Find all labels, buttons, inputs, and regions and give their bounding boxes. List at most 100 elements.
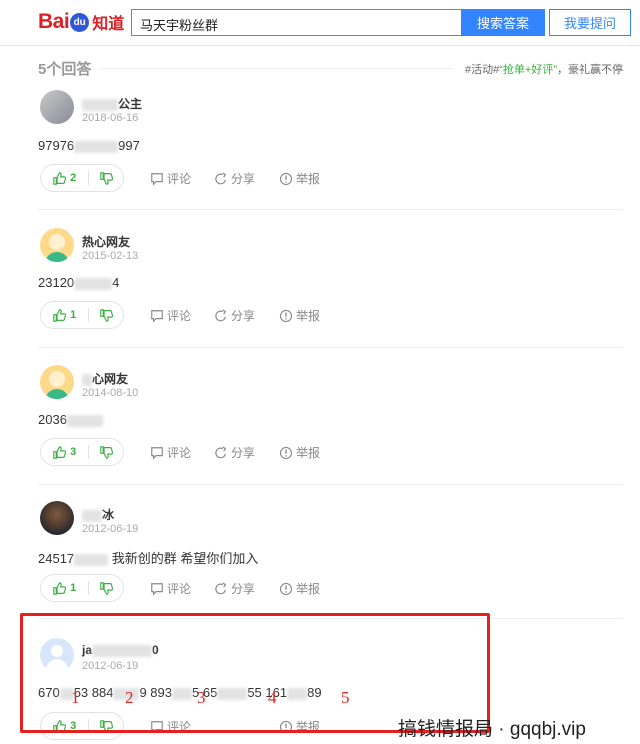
answers-header: 5个回答 #活动#“抢单+好评”，豪礼赢不停 <box>38 56 623 80</box>
marker-4: 4 <box>268 688 277 707</box>
comment-icon <box>151 720 163 734</box>
blurred-text <box>82 373 92 386</box>
vote-control: 3 <box>40 438 124 466</box>
logo-zhidao-text: 知道 <box>92 16 125 33</box>
answer-count: 5个回答 <box>38 61 92 78</box>
report-icon <box>279 446 293 459</box>
search-answers-button[interactable]: 搜索答案 <box>461 9 545 36</box>
downvote-button[interactable] <box>89 581 123 595</box>
blurred-text <box>74 277 113 290</box>
avatar[interactable] <box>40 365 74 399</box>
thumbs-up-icon <box>53 719 67 733</box>
watermark-text: 搞钱情报局 · gqqbj.vip <box>398 719 586 740</box>
share-icon <box>215 308 227 321</box>
comment-button[interactable]: 评论 <box>150 307 191 324</box>
username[interactable]: 冰 <box>82 506 114 523</box>
thumbs-down-icon <box>99 171 113 185</box>
vote-control: 1 <box>40 301 124 329</box>
share-button[interactable]: 分享 <box>214 307 255 324</box>
avatar[interactable] <box>40 90 74 124</box>
promo-highlight: “抢单+好评” <box>499 64 557 76</box>
report-icon <box>279 309 293 322</box>
username[interactable]: 公主 <box>82 95 142 112</box>
answer-item: 热心网友 2015-02-13 23120 4 1 评论 分享 举报 <box>38 228 623 348</box>
answer-date: 2015-02-13 <box>82 250 139 262</box>
answer-date: 2012-06-19 <box>82 660 139 672</box>
comment-icon <box>151 446 163 460</box>
thumbs-up-icon <box>53 581 67 595</box>
marker-5: 5 <box>341 688 350 707</box>
downvote-button[interactable] <box>89 445 123 459</box>
divider <box>100 68 453 69</box>
blurred-text <box>82 98 118 111</box>
downvote-button[interactable] <box>89 719 123 733</box>
avatar[interactable] <box>40 638 74 672</box>
promo-rest: ，豪礼赢不停 <box>557 64 623 76</box>
marker-3: 3 <box>197 688 206 707</box>
comment-button[interactable]: 评论 <box>150 580 191 597</box>
upvote-button[interactable]: 1 <box>41 308 88 322</box>
search-input[interactable]: 马天宇粉丝群 <box>131 9 462 36</box>
blurred-text <box>172 687 193 700</box>
report-button[interactable]: 举报 <box>279 170 320 187</box>
report-button[interactable]: 举报 <box>279 718 320 735</box>
upvote-count: 3 <box>70 446 77 458</box>
answer-actions: 2 评论 分享 举报 <box>38 164 338 192</box>
report-button[interactable]: 举报 <box>279 307 320 324</box>
top-header: Bai du 知道 马天宇粉丝群 搜索答案 我要提问 <box>0 0 640 46</box>
blurred-text <box>82 509 102 522</box>
report-button[interactable]: 举报 <box>279 580 320 597</box>
thumbs-up-icon <box>53 445 67 459</box>
answer-content: 23120 4 <box>38 275 120 290</box>
thumbs-down-icon <box>99 581 113 595</box>
promo-link[interactable]: #活动#“抢单+好评”，豪礼赢不停 <box>465 61 623 77</box>
upvote-count: 1 <box>70 309 77 321</box>
comment-button[interactable]: 评论 <box>150 170 191 187</box>
vote-control: 2 <box>40 164 124 192</box>
answer-actions: 3 评论 举报 <box>38 712 338 740</box>
upvote-button[interactable]: 3 <box>41 719 88 733</box>
downvote-button[interactable] <box>89 171 123 185</box>
upvote-button[interactable]: 2 <box>41 171 88 185</box>
blurred-text <box>92 644 153 657</box>
report-icon <box>279 172 293 185</box>
comment-button[interactable]: 评论 <box>150 718 191 735</box>
share-button[interactable]: 分享 <box>214 170 255 187</box>
answer-content: 97976 997 <box>38 138 140 153</box>
share-icon <box>215 171 227 184</box>
share-button[interactable]: 分享 <box>214 444 255 461</box>
report-button[interactable]: 举报 <box>279 444 320 461</box>
upvote-button[interactable]: 3 <box>41 445 88 459</box>
upvote-count: 1 <box>70 582 77 594</box>
downvote-button[interactable] <box>89 308 123 322</box>
report-icon <box>279 582 293 595</box>
answer-item: 冰 2012-06-19 24517 我新创的群 希望你们加入 1 评论 分享 … <box>38 501 623 619</box>
answer-date: 2014-08-10 <box>82 387 139 399</box>
logo-bai-text: Bai <box>38 10 70 33</box>
baidu-zhidao-logo[interactable]: Bai du 知道 <box>38 8 124 36</box>
marker-1: 1 <box>71 688 80 707</box>
share-icon <box>215 581 227 594</box>
username[interactable]: ja 0 <box>82 643 159 657</box>
avatar[interactable] <box>40 228 74 262</box>
share-button[interactable]: 分享 <box>214 580 255 597</box>
comment-icon <box>151 582 163 596</box>
blurred-text <box>74 553 109 566</box>
thumbs-down-icon <box>99 308 113 322</box>
ask-question-button[interactable]: 我要提问 <box>549 9 631 36</box>
upvote-button[interactable]: 1 <box>41 581 88 595</box>
blurred-text <box>287 687 308 700</box>
username[interactable]: 心网友 <box>82 370 128 387</box>
answer-content: 2036 <box>38 412 103 427</box>
logo-du-text: du <box>73 16 86 28</box>
upvote-count: 2 <box>70 172 77 184</box>
thumbs-down-icon <box>99 719 113 733</box>
comment-button[interactable]: 评论 <box>150 444 191 461</box>
username[interactable]: 热心网友 <box>82 233 130 250</box>
upvote-count: 3 <box>70 720 77 732</box>
avatar[interactable] <box>40 501 74 535</box>
blurred-text <box>66 414 103 427</box>
blurred-text <box>217 687 248 700</box>
promo-tag: #活动# <box>465 64 500 76</box>
paw-icon: du <box>70 12 90 32</box>
